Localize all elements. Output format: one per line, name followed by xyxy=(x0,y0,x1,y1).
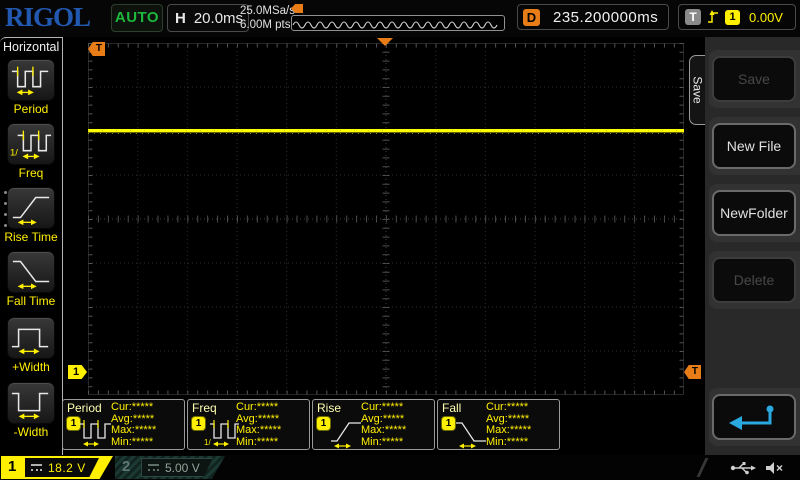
channel-number: 2 xyxy=(122,458,130,475)
measurement-name: Fall xyxy=(442,401,461,415)
fall-time-icon xyxy=(454,417,490,454)
sidebar-item-minus-width[interactable]: -Width xyxy=(0,382,62,439)
save-button[interactable]: Save xyxy=(712,56,796,102)
channel2-scale-readout: 5.00 V xyxy=(141,458,213,477)
trigger-source-badge: 1 xyxy=(725,10,740,25)
measurement-rise: Rise 1 Cur:***** Avg:***** Max:***** Min… xyxy=(312,399,435,450)
minus-width-icon xyxy=(7,382,55,424)
sidebar-item-label: Rise Time xyxy=(0,230,62,244)
sidebar-item-label: -Width xyxy=(0,425,62,439)
channel1-scale-readout: 18.2 V xyxy=(25,458,99,477)
timebase-label: H xyxy=(175,10,186,27)
oscilloscope-screen: RIGOL AUTO H 20.0ms 25.0MSa/s 6.00M pts … xyxy=(0,0,800,480)
channel1-ground-marker[interactable]: 1 xyxy=(68,365,87,379)
measurement-name: Freq xyxy=(192,401,217,415)
channel-number: 1 xyxy=(8,458,16,475)
rise-time-icon xyxy=(7,187,55,229)
speaker-muted-icon xyxy=(765,461,784,475)
measurement-name: Rise xyxy=(317,401,341,415)
svg-text:1/: 1/ xyxy=(204,438,211,447)
menu-tab-title: Save xyxy=(691,76,705,103)
sidebar-scroll-indicator xyxy=(4,191,7,227)
period-icon xyxy=(7,59,55,101)
preview-wave-icon xyxy=(292,16,502,29)
measurement-freq: Freq 1 1/ Cur:***** Avg:***** Max:***** … xyxy=(187,399,310,450)
top-status-bar: RIGOL AUTO H 20.0ms 25.0MSa/s 6.00M pts … xyxy=(0,0,800,37)
rise-time-icon xyxy=(329,417,365,454)
dc-coupling-icon xyxy=(31,464,42,471)
graticule xyxy=(88,43,684,395)
bottom-status-bar: 1 18.2 V 2 5.00 V xyxy=(0,455,800,480)
status-icons xyxy=(730,460,784,475)
run-status-badge[interactable]: AUTO xyxy=(111,4,163,32)
trigger-box[interactable]: T 1 0.00V xyxy=(678,4,796,30)
delay-badge: D xyxy=(523,9,540,26)
sidebar-item-label: +Width xyxy=(0,360,62,374)
memory-depth: 6.00M pts xyxy=(240,18,295,32)
sidebar-item-rise-time[interactable]: Rise Time xyxy=(0,187,62,244)
usb-icon xyxy=(730,460,756,475)
measurement-stats: Cur:***** Avg:***** Max:***** Min:***** xyxy=(361,402,406,448)
measurement-row: Period 1 Cur:***** Avg:***** Max:***** M… xyxy=(62,399,560,450)
channel1-trace xyxy=(88,129,684,134)
channel-scale: 18.2 V xyxy=(48,461,86,475)
rigol-logo: RIGOL xyxy=(5,2,90,33)
timebase-box[interactable]: H 20.0ms xyxy=(167,4,249,32)
sidebar-item-freq[interactable]: 1/ Freq xyxy=(0,123,62,180)
sample-rate: 25.0MSa/s xyxy=(240,4,295,18)
new-folder-button[interactable]: NewFolder xyxy=(712,190,796,236)
delete-button[interactable]: Delete xyxy=(712,257,796,303)
freq-icon: 1/ xyxy=(204,417,240,454)
trigger-level-marker[interactable]: T xyxy=(684,365,701,379)
trigger-badge: T xyxy=(685,9,701,25)
sidebar-item-fall-time[interactable]: Fall Time xyxy=(0,251,62,308)
svg-text:1/: 1/ xyxy=(10,147,18,158)
waveform-display-area: T 1 T xyxy=(63,37,705,455)
rising-edge-icon xyxy=(707,9,719,25)
plus-width-icon xyxy=(7,317,55,359)
sidebar-item-period[interactable]: Period xyxy=(0,59,62,116)
channel-scale: 5.00 V xyxy=(165,461,200,475)
measurement-stats: Cur:***** Avg:***** Max:***** Min:***** xyxy=(486,402,531,448)
acquisition-info: 25.0MSa/s 6.00M pts xyxy=(240,4,295,32)
dc-coupling-icon xyxy=(148,464,159,471)
sidebar-title: Horizontal xyxy=(3,40,59,54)
measurement-fall: Fall 1 Cur:***** Avg:***** Max:***** Min… xyxy=(437,399,560,450)
trigger-level-value: 0.00V xyxy=(749,10,783,25)
return-arrow-icon xyxy=(726,402,782,432)
sidebar-item-plus-width[interactable]: +Width xyxy=(0,317,62,374)
sidebar-item-label: Period xyxy=(0,102,62,116)
delay-value: 235.200000ms xyxy=(553,9,658,26)
back-button[interactable] xyxy=(712,394,796,440)
channel2-tab[interactable]: 2 5.00 V xyxy=(115,456,225,479)
softkey-menu: Save Save New File NewFolder Delete xyxy=(705,37,800,456)
sidebar-item-label: Freq xyxy=(0,166,62,180)
measurement-name: Period xyxy=(67,401,102,415)
freq-icon: 1/ xyxy=(7,123,55,165)
measurement-period: Period 1 Cur:***** Avg:***** Max:***** M… xyxy=(62,399,185,450)
measure-sidebar: Horizontal Period 1/ xyxy=(0,37,63,455)
period-icon xyxy=(79,417,115,454)
measurement-stats: Cur:***** Avg:***** Max:***** Min:***** xyxy=(111,402,156,448)
waveform-preview[interactable] xyxy=(291,15,505,31)
trigger-time-marker-icon[interactable] xyxy=(377,38,393,46)
channel1-tab[interactable]: 1 18.2 V xyxy=(1,456,113,479)
delay-box[interactable]: D 235.200000ms xyxy=(517,4,669,30)
statusbar-divider xyxy=(697,458,709,477)
fall-time-icon xyxy=(7,251,55,293)
menu-tab-save: Save xyxy=(689,55,705,125)
timebase-value: 20.0ms xyxy=(194,10,243,27)
waveform-display xyxy=(88,43,684,395)
new-file-button[interactable]: New File xyxy=(712,123,796,169)
measurement-stats: Cur:***** Avg:***** Max:***** Min:***** xyxy=(236,402,281,448)
sidebar-item-label: Fall Time xyxy=(0,294,62,308)
